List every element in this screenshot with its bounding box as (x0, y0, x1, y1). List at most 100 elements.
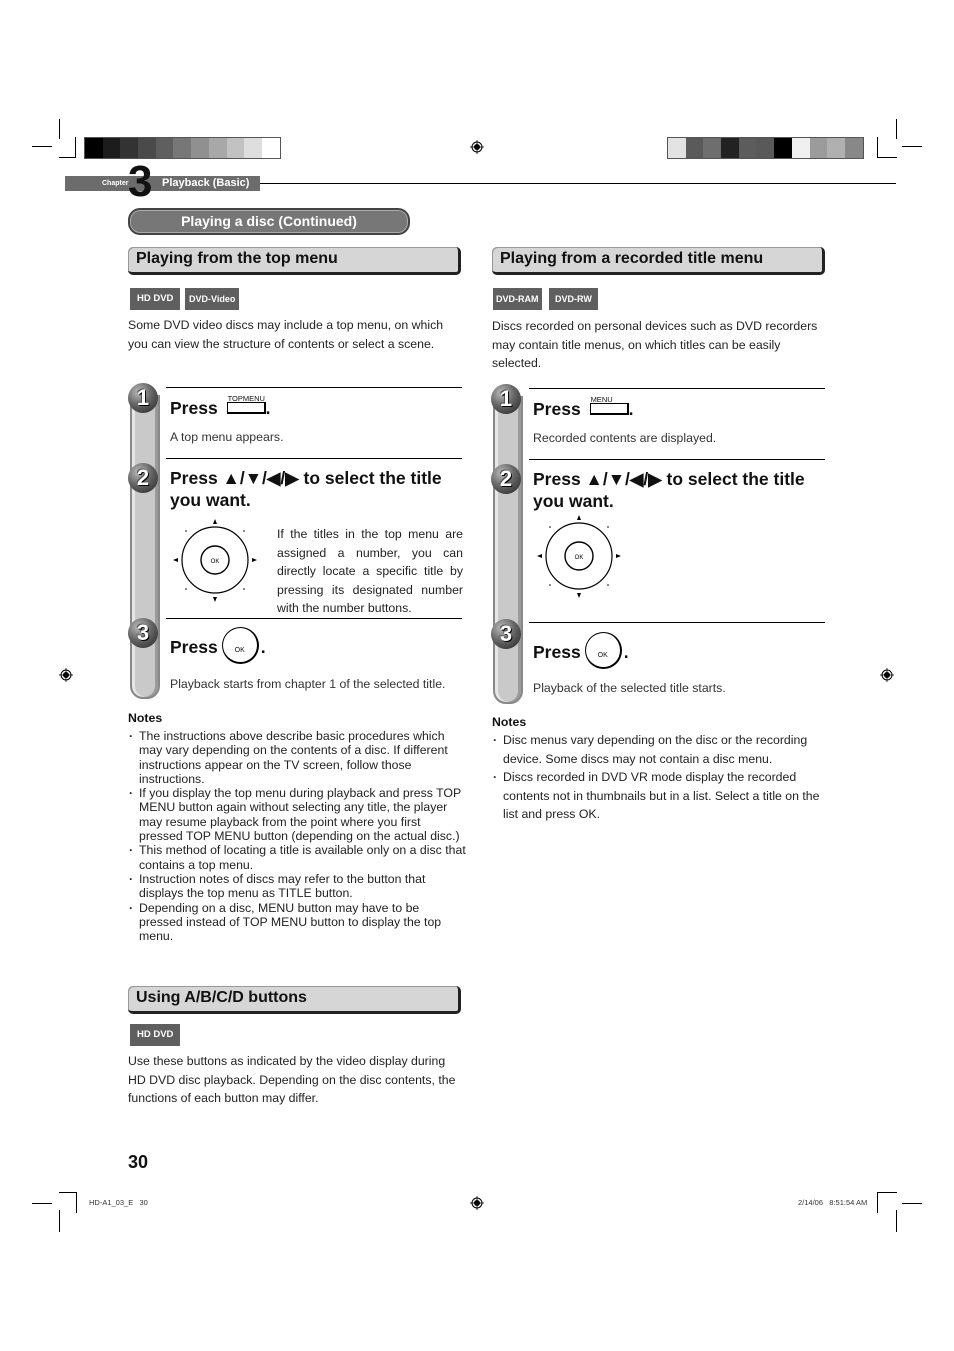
note-item: Instruction notes of discs may refer to … (128, 872, 466, 901)
print-timestamp: 2/14/06 8:51:54 AM (798, 1198, 868, 1207)
color-swatch (703, 138, 722, 158)
step-1-desc: Recorded contents are displayed. (533, 431, 717, 445)
step-2-title: Press ▲/▼/◀/▶ to select the title you wa… (170, 468, 442, 510)
step-3-title: Press OK. (170, 627, 266, 667)
crop-mark (59, 1210, 60, 1232)
color-swatch (208, 138, 227, 158)
color-swatch (173, 138, 192, 158)
color-swatch (226, 138, 245, 158)
registration-mark-icon (59, 668, 73, 682)
intro-text: Use these buttons as indicated by the vi… (128, 1054, 456, 1105)
color-swatch (756, 138, 775, 158)
color-swatch (827, 138, 845, 158)
section-pill: Playing a disc (Continued) (128, 208, 410, 235)
color-swatch (261, 138, 280, 158)
crop-mark (877, 137, 878, 158)
note-item: The instructions above describe basic pr… (128, 729, 466, 786)
intro-text: Some DVD video discs may include a top m… (128, 318, 444, 351)
dpad-icon: OK (537, 515, 621, 598)
color-swatch (138, 138, 156, 158)
ok-button-icon: OK (221, 627, 259, 664)
color-swatch (244, 138, 262, 158)
step-3-desc: Playback starts from chapter 1 of the se… (170, 677, 446, 691)
step-number-badge: 1 (491, 384, 521, 414)
step-1-title: Press TOPMENU. (170, 394, 271, 418)
crop-mark (896, 1210, 897, 1232)
step-divider (529, 459, 825, 460)
section-title: Using A/B/C/D buttons (136, 989, 307, 1006)
note-item: Discs recorded in DVD VR mode display th… (492, 768, 830, 824)
step-rail (493, 396, 523, 704)
step-number-badge: 1 (128, 383, 158, 413)
registration-mark-icon (470, 1196, 484, 1210)
menu-button-icon: MENU (589, 395, 629, 415)
step-2-title: Press ▲/▼/◀/▶ to select the title you wa… (533, 469, 805, 511)
crop-mark (877, 157, 897, 158)
notes-heading: Notes (492, 715, 527, 729)
crop-mark (877, 1192, 878, 1213)
section-title: Playing from the top menu (136, 250, 338, 267)
step-rail (130, 395, 160, 699)
step-divider (166, 618, 462, 619)
color-swatch (774, 138, 792, 158)
ok-button-icon: OK (584, 632, 622, 669)
crop-mark (902, 146, 922, 147)
step-3-desc: Playback of the selected title starts. (533, 681, 726, 695)
color-swatch (85, 138, 103, 158)
section-header-top-menu: Playing from the top menu (128, 247, 461, 275)
dpad-icon: OK (173, 519, 257, 602)
note-item: Disc menus vary depending on the disc or… (492, 731, 830, 768)
color-swatch (102, 138, 121, 158)
step-number-badge: 3 (128, 618, 158, 648)
crop-mark (59, 157, 76, 158)
chapter-label: Chapter (102, 180, 129, 187)
step-number-badge: 2 (128, 463, 158, 493)
crop-mark (877, 1192, 897, 1193)
color-swatch (791, 138, 810, 158)
color-swatch (809, 138, 828, 158)
disc-tag: DVD-RW (549, 288, 598, 310)
crop-mark (896, 119, 897, 139)
step-number-badge: 2 (491, 464, 521, 494)
crop-mark (32, 1203, 52, 1204)
color-calibration-bar-right (667, 137, 864, 159)
header-rule (260, 183, 896, 184)
dpad-ok-label: OK (211, 559, 220, 565)
color-swatch (721, 138, 739, 158)
disc-tag: DVD-RAM (493, 288, 542, 310)
color-swatch (668, 138, 686, 158)
color-swatch (191, 138, 209, 158)
file-info: HD-A1_03_E 30 (89, 1198, 148, 1207)
note-item: If you display the top menu during playb… (128, 786, 466, 843)
topmenu-button-icon: TOPMENU (226, 394, 266, 414)
note-item: Depending on a disc, MENU button may hav… (128, 901, 466, 944)
section-header-recorded-title-menu: Playing from a recorded title menu (492, 247, 825, 275)
disc-tag: HD DVD (130, 1024, 181, 1046)
step-divider (529, 622, 825, 623)
chapter-number: 3 (128, 157, 153, 206)
section-title: Playing from a recorded title menu (500, 250, 764, 267)
dpad-ok-label: OK (575, 555, 584, 561)
step-1-title: Press MENU. (533, 395, 634, 419)
crop-mark (32, 146, 52, 147)
step-divider (529, 388, 825, 389)
notes-heading: Notes (128, 711, 163, 725)
color-calibration-bar-left (84, 137, 281, 159)
chapter-title: Playback (Basic) (162, 177, 250, 189)
step-3-title: Press OK. (533, 632, 629, 672)
notes-list: The instructions above describe basic pr… (128, 729, 466, 943)
section-pill-label: Playing a disc (Continued) (181, 213, 357, 229)
note-item: This method of locating a title is avail… (128, 843, 466, 872)
registration-mark-icon (880, 668, 894, 682)
crop-mark (76, 1192, 77, 1213)
step-divider (166, 387, 462, 388)
step-1-desc: A top menu appears. (170, 430, 284, 444)
disc-tag: HD DVD (130, 288, 181, 310)
color-swatch (155, 138, 174, 158)
color-swatch (844, 138, 863, 158)
crop-mark (59, 1192, 77, 1193)
crop-mark (59, 119, 60, 139)
intro-text: Discs recorded on personal devices such … (492, 319, 818, 370)
crop-mark (902, 1203, 922, 1204)
registration-mark-icon (470, 140, 484, 154)
